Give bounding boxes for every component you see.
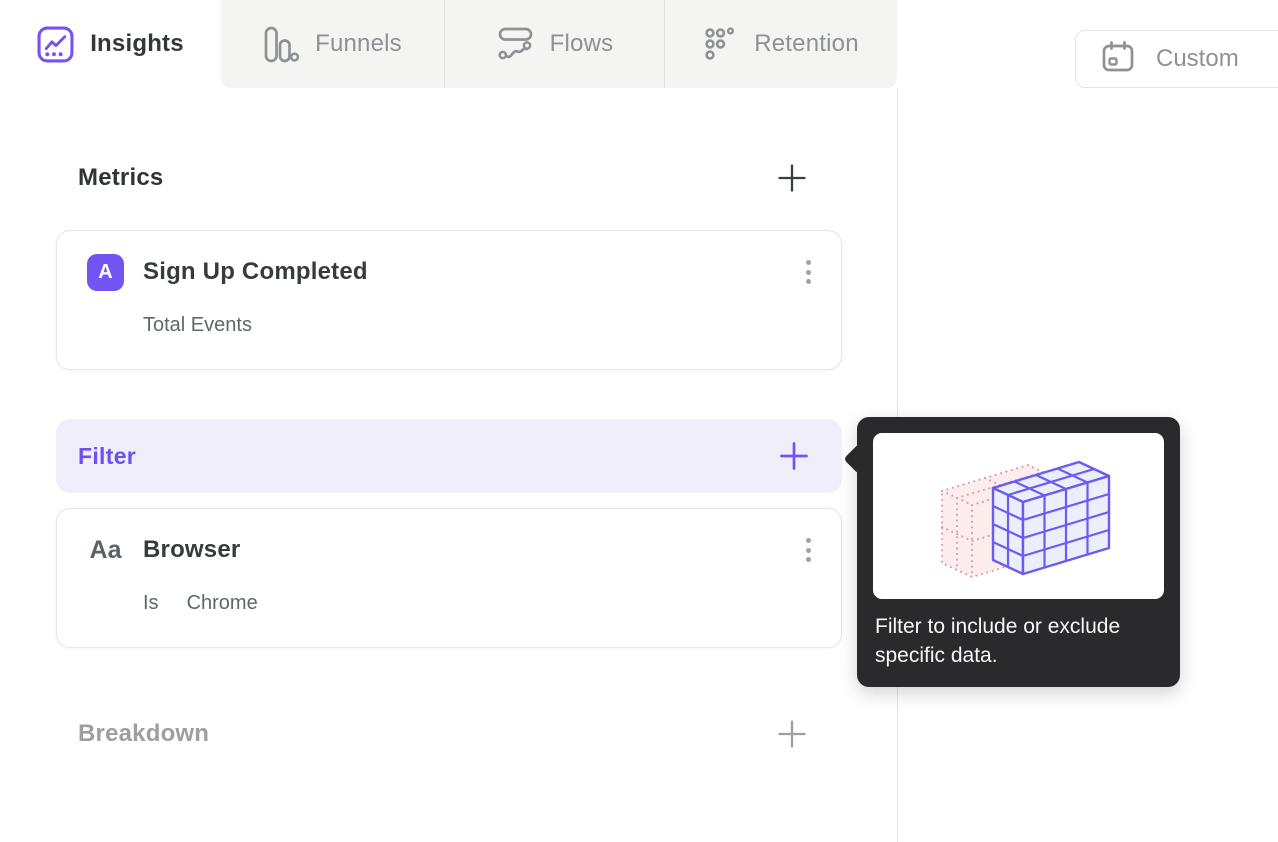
filter-heading: Filter <box>78 442 137 469</box>
date-range-label: Custom <box>1156 45 1239 72</box>
metric-letter-badge: A <box>87 253 124 291</box>
filter-card[interactable]: Aa Browser Is Chrome <box>56 508 842 648</box>
plus-icon <box>778 164 806 192</box>
filter-tooltip: Filter to include or exclude specific da… <box>843 417 1180 687</box>
funnel-bars-icon <box>263 26 300 63</box>
metric-title[interactable]: Sign Up Completed <box>143 258 368 286</box>
tooltip-caret <box>843 443 875 475</box>
filter-operator[interactable]: Is <box>143 592 159 615</box>
isometric-filter-cubes-illustration <box>873 433 1164 599</box>
metrics-heading: Metrics <box>78 164 164 191</box>
metric-card[interactable]: A Sign Up Completed Total Events <box>56 230 842 370</box>
metric-aggregation[interactable]: Total Events <box>143 314 252 337</box>
add-filter-button[interactable] <box>780 442 808 470</box>
dot-grid-icon <box>703 26 738 63</box>
tab-funnels-label: Funnels <box>315 30 402 57</box>
tooltip-message: Filter to include or exclude specific da… <box>875 615 1121 667</box>
tab-flows[interactable]: Flows <box>444 0 664 88</box>
filter-value[interactable]: Chrome <box>187 592 258 615</box>
breakdown-heading: Breakdown <box>78 720 210 747</box>
tab-flows-label: Flows <box>549 30 614 57</box>
string-property-icon: Aa <box>89 535 122 564</box>
kebab-menu-icon[interactable] <box>802 254 815 290</box>
kebab-menu-icon[interactable] <box>802 532 815 568</box>
tab-retention[interactable]: Retention <box>664 0 897 88</box>
metrics-section-header: Metrics <box>78 160 806 196</box>
date-range-custom-button[interactable]: Custom <box>1075 30 1278 88</box>
filter-property-title[interactable]: Browser <box>143 536 240 564</box>
plus-icon <box>778 720 806 748</box>
tab-funnels[interactable]: Funnels <box>221 0 444 88</box>
filter-section-row[interactable]: Filter <box>56 419 842 493</box>
tab-insights-label: Insights <box>90 30 184 57</box>
calendar-icon <box>1100 39 1136 80</box>
tab-insights[interactable]: Insights <box>0 0 221 88</box>
report-tab-bar: Insights Funnels Flows Retention <box>0 0 897 88</box>
plus-icon <box>780 442 808 470</box>
add-metric-button[interactable] <box>778 164 806 192</box>
flow-path-icon <box>496 26 534 62</box>
breakdown-section-header: Breakdown <box>78 716 806 752</box>
tab-retention-label: Retention <box>754 30 859 57</box>
line-chart-icon <box>37 26 74 63</box>
add-breakdown-button[interactable] <box>778 720 806 748</box>
